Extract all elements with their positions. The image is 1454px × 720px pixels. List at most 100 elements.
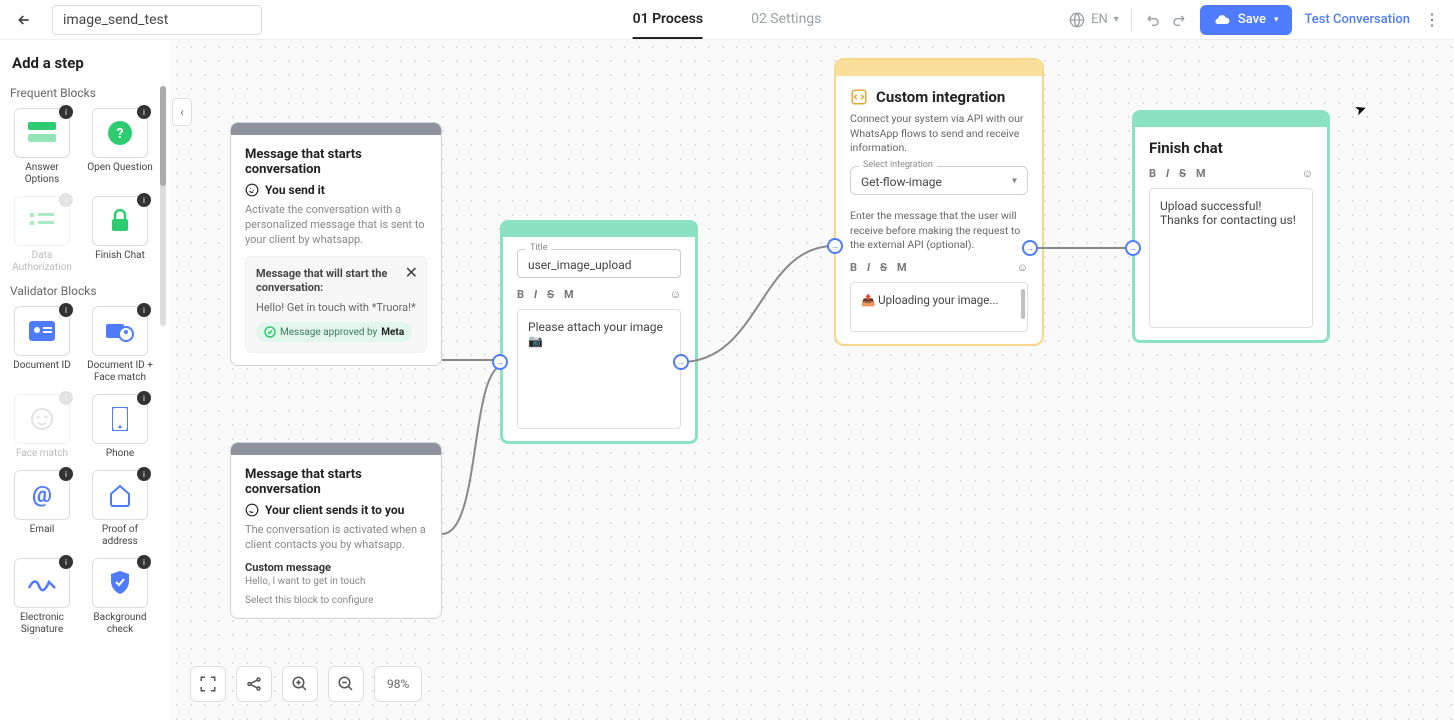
- output-port[interactable]: [1022, 240, 1038, 256]
- tile-email[interactable]: i@Email: [8, 470, 76, 548]
- node-description: Activate the conversation with a persona…: [245, 203, 427, 248]
- close-icon[interactable]: ✕: [405, 263, 418, 282]
- emoji-button[interactable]: ☺: [1302, 167, 1313, 180]
- configure-hint: Select this block to configure: [245, 595, 427, 606]
- code-icon: [850, 88, 868, 106]
- share-button[interactable]: [236, 666, 272, 702]
- fit-view-button[interactable]: [190, 666, 226, 702]
- sidebar-collapse-button[interactable]: ‹: [172, 98, 192, 126]
- node-start-client-sends[interactable]: Message that starts conversation Your cl…: [230, 442, 442, 619]
- cloud-icon: [1214, 12, 1230, 28]
- id-face-icon: [106, 320, 134, 342]
- chevron-down-icon: ▾: [1114, 14, 1119, 25]
- id-card-icon: [29, 321, 55, 341]
- node-start-you-send[interactable]: Message that starts conversation You sen…: [230, 122, 442, 366]
- custom-message-text: Hello, I want to get in touch: [245, 576, 427, 587]
- output-port[interactable]: [673, 354, 689, 370]
- tile-open-question[interactable]: i?Open Question: [86, 108, 154, 186]
- strike-button[interactable]: S: [880, 261, 887, 274]
- finish-message-input[interactable]: Upload successful! Thanks for contacting…: [1149, 188, 1313, 328]
- flow-name-input[interactable]: [52, 5, 262, 35]
- signature-icon: [27, 574, 57, 592]
- svg-text:?: ?: [117, 126, 124, 142]
- language-selector[interactable]: EN ▾: [1069, 12, 1119, 28]
- shield-check-icon: [109, 571, 131, 595]
- zoom-out-button[interactable]: [328, 666, 364, 702]
- emoji-button[interactable]: ☺: [670, 288, 681, 301]
- zoom-in-button[interactable]: [282, 666, 318, 702]
- whatsapp-icon: [245, 183, 259, 197]
- node-user-image-upload[interactable]: Title user_image_upload B I S M ☺ Please…: [500, 220, 698, 444]
- node-title: Custom integration: [876, 88, 1005, 106]
- chevron-down-icon: ▾: [1274, 15, 1279, 25]
- section-validator: Validator Blocks: [10, 284, 161, 298]
- integration-select[interactable]: Select integration Get-flow-image ▾: [850, 166, 1028, 195]
- node-title: Finish chat: [1149, 139, 1313, 157]
- undo-button[interactable]: [1144, 10, 1164, 30]
- tile-background-check[interactable]: iBackground check: [86, 558, 154, 636]
- email-icon: @: [29, 482, 55, 508]
- flow-canvas[interactable]: Message that starts conversation You sen…: [170, 40, 1454, 720]
- tile-finish-chat[interactable]: iFinish Chat: [86, 196, 154, 274]
- format-toolbar: B I S M ☺: [517, 288, 681, 301]
- tile-document-id-face[interactable]: iDocument ID + Face match: [86, 306, 154, 384]
- inner-message: Hello! Get in touch with *Truora!*: [256, 301, 416, 314]
- section-frequent: Frequent Blocks: [10, 86, 161, 100]
- title-input[interactable]: Title user_image_upload: [517, 249, 681, 278]
- tile-electronic-signature[interactable]: iElectronic Signature: [8, 558, 76, 636]
- format-toolbar: B I S M ☺: [1149, 167, 1313, 180]
- test-conversation-link[interactable]: Test Conversation: [1304, 12, 1410, 27]
- italic-button[interactable]: I: [1166, 167, 1169, 180]
- input-port[interactable]: [492, 354, 508, 370]
- tile-phone[interactable]: iPhone: [86, 394, 154, 460]
- zoom-level[interactable]: 98%: [374, 666, 422, 702]
- tile-document-id[interactable]: iDocument ID: [8, 306, 76, 384]
- language-label: EN: [1091, 12, 1108, 27]
- input-port[interactable]: [1125, 240, 1141, 256]
- face-icon: [30, 407, 54, 431]
- sidebar-scrollbar[interactable]: [160, 86, 166, 326]
- tab-settings[interactable]: 02 Settings: [751, 0, 821, 39]
- header-tabs: 01 Process 02 Settings: [633, 0, 822, 39]
- chevron-down-icon: ▾: [1012, 175, 1017, 186]
- custom-message-label: Custom message: [245, 561, 427, 574]
- mono-button[interactable]: M: [1196, 167, 1206, 180]
- node-description: The conversation is activated when a cli…: [245, 523, 427, 553]
- tile-proof-address[interactable]: iProof of address: [86, 470, 154, 548]
- node-title: Message that starts conversation: [245, 147, 427, 177]
- node-subtitle: You send it: [265, 183, 325, 197]
- redo-button[interactable]: [1168, 10, 1188, 30]
- list-icon: [30, 211, 54, 231]
- more-menu[interactable]: ⋮: [1422, 10, 1442, 30]
- italic-button[interactable]: I: [534, 288, 537, 301]
- approved-badge: Message approved by Meta: [256, 322, 412, 342]
- globe-icon: [1069, 12, 1085, 28]
- tab-process[interactable]: 01 Process: [633, 0, 703, 39]
- save-button[interactable]: Save ▾: [1200, 5, 1293, 35]
- tile-answer-options[interactable]: iAnswer Options: [8, 108, 76, 186]
- mono-button[interactable]: M: [897, 261, 907, 274]
- mouse-cursor: ➤: [1353, 100, 1369, 119]
- strike-button[interactable]: S: [1179, 167, 1186, 180]
- api-message-input[interactable]: 📤 Uploading your image...: [850, 282, 1028, 332]
- phone-icon: [112, 407, 128, 431]
- tile-face-match[interactable]: iFace match: [8, 394, 76, 460]
- canvas-toolbar: 98%: [190, 666, 422, 702]
- italic-button[interactable]: I: [867, 261, 870, 274]
- question-icon: ?: [107, 120, 133, 146]
- mono-button[interactable]: M: [564, 288, 574, 301]
- message-body-input[interactable]: Please attach your image 📷: [517, 309, 681, 429]
- emoji-button[interactable]: ☺: [1017, 261, 1028, 274]
- bold-button[interactable]: B: [850, 261, 857, 274]
- tile-data-authorization[interactable]: iData Authorization: [8, 196, 76, 274]
- blocks-sidebar: Add a step Frequent Blocks iAnswer Optio…: [0, 40, 170, 720]
- input-port[interactable]: [827, 238, 843, 254]
- strike-button[interactable]: S: [547, 288, 554, 301]
- back-button[interactable]: [12, 8, 36, 32]
- node-finish-chat[interactable]: Finish chat B I S M ☺ Upload successful!…: [1132, 110, 1330, 343]
- bold-button[interactable]: B: [1149, 167, 1156, 180]
- save-label: Save: [1238, 12, 1266, 27]
- node-custom-integration[interactable]: Custom integration Connect your system v…: [834, 58, 1044, 346]
- node-subtitle: Your client sends it to you: [265, 503, 404, 517]
- bold-button[interactable]: B: [517, 288, 524, 301]
